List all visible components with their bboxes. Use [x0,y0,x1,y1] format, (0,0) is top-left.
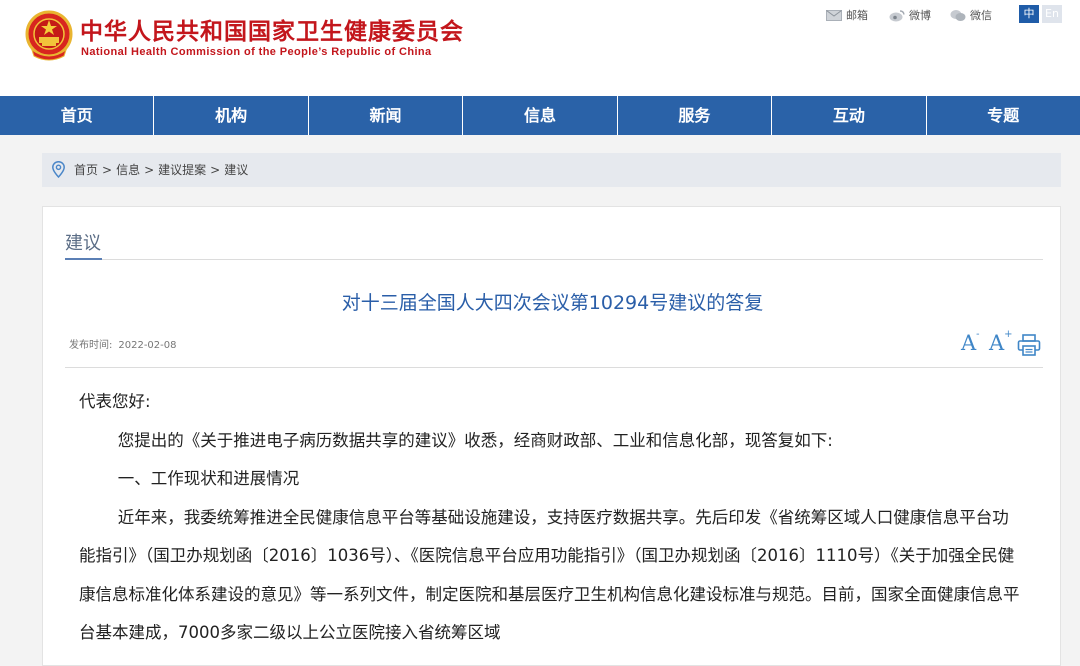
nav-item-information[interactable]: 信息 [463,96,618,135]
article-divider [65,367,1043,368]
article-body: 代表您好: 您提出的《关于推进电子病历数据共享的建议》收悉，经商财政部、工业和信… [79,383,1024,653]
language-chinese-button[interactable]: 中 [1019,5,1039,23]
breadcrumb-separator: > [144,163,155,177]
national-emblem-icon[interactable] [24,10,74,62]
weibo-link[interactable]: 微博 [889,7,931,23]
site-header: 中华人民共和国国家卫生健康委员会 National Health Commiss… [0,0,1080,96]
article-title: 对十三届全国人大四次会议第10294号建议的答复 [341,292,764,314]
weibo-label: 微博 [909,9,931,22]
article-paragraph: 您提出的《关于推进电子病历数据共享的建议》收悉，经商财政部、工业和信息化部，现答… [117,430,833,450]
print-icon[interactable] [1017,334,1041,356]
article-paragraph: 代表您好: [79,392,151,411]
site-title-english: National Health Commission of the People… [81,46,432,58]
font-increase-label: A [989,331,1005,355]
breadcrumb-separator: > [102,163,113,177]
location-pin-icon [52,161,65,178]
font-increase-button[interactable]: A+ [989,329,1013,355]
section-tab[interactable]: 建议 [65,229,101,255]
nav-item-home[interactable]: 首页 [0,96,155,135]
section-tab-underline [65,258,102,260]
breadcrumb: 首页 > 信息 > 建议提案 > 建议 [42,153,1061,187]
font-decrease-button[interactable]: A- [961,329,980,355]
article-paragraph: 近年来，我委统筹推进全民健康信息平台等基础设施建设，支持医疗数据共享。先后印发《… [79,507,1020,643]
section-divider [65,259,1043,260]
wechat-link[interactable]: 微信 [950,7,992,23]
breadcrumb-separator: > [210,163,221,177]
publish-date-value: 2022-02-08 [118,340,177,351]
article-panel: 建议 对十三届全国人大四次会议第10294号建议的答复 发布时间: 2022-02… [42,206,1061,666]
language-english-button[interactable]: En [1042,5,1062,23]
nav-item-services[interactable]: 服务 [618,96,773,135]
breadcrumb-home[interactable]: 首页 [74,163,98,177]
nav-item-interaction[interactable]: 互动 [772,96,927,135]
breadcrumb-suggestions[interactable]: 建议 [224,163,248,177]
nav-item-news[interactable]: 新闻 [309,96,464,135]
breadcrumb-information[interactable]: 信息 [116,163,140,177]
site-title[interactable]: 中华人民共和国国家卫生健康委员会 [80,12,464,46]
wechat-label: 微信 [970,9,992,22]
publish-date-label: 发布时间: [69,340,113,351]
font-decrease-label: A [961,331,977,355]
nav-item-topics[interactable]: 专题 [927,96,1080,135]
mail-link[interactable]: 邮箱 [826,7,868,23]
nav-item-organization[interactable]: 机构 [154,96,309,135]
mail-label: 邮箱 [846,9,868,22]
main-nav: 首页 机构 新闻 信息 服务 互动 专题 [0,96,1080,135]
breadcrumb-proposals[interactable]: 建议提案 [158,163,206,177]
wechat-icon [950,9,966,21]
weibo-icon [889,9,905,21]
article-paragraph: 一、工作现状和进展情况 [117,469,300,488]
mail-icon [826,9,842,21]
publish-date: 发布时间: 2022-02-08 [69,336,177,351]
